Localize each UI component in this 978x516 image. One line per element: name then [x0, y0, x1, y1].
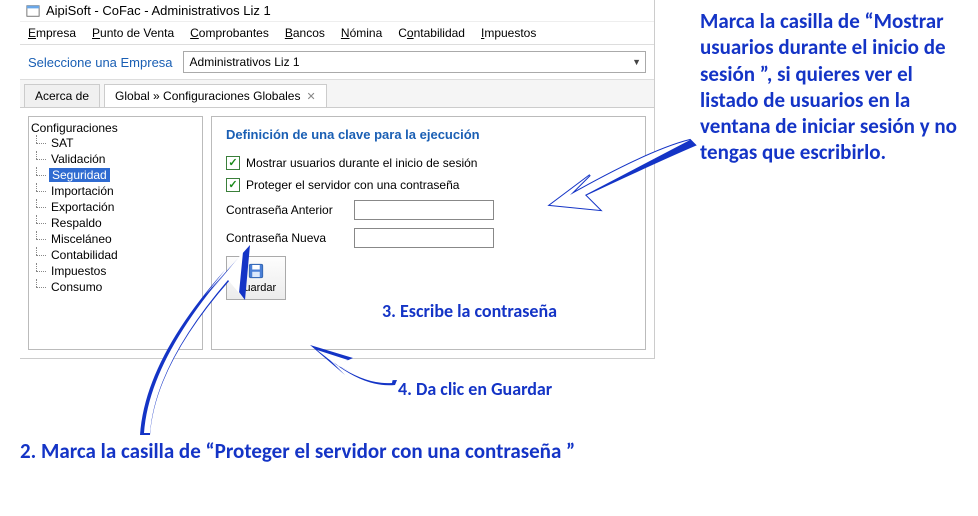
- chevron-down-icon: ▼: [632, 57, 641, 67]
- tree-item-respaldo[interactable]: Respaldo: [31, 215, 200, 231]
- company-selector-label: Seleccione una Empresa: [28, 55, 173, 70]
- menubar: Empresa Punto de Venta Comprobantes Banc…: [20, 21, 654, 44]
- tree-item-exportación[interactable]: Exportación: [31, 199, 200, 215]
- tree-item-label: Seguridad: [49, 168, 110, 182]
- new-password-row: Contraseña Nueva: [226, 228, 631, 248]
- tree-item-consumo[interactable]: Consumo: [31, 279, 200, 295]
- tree-item-importación[interactable]: Importación: [31, 183, 200, 199]
- menu-punto-venta[interactable]: Punto de Venta: [92, 26, 174, 40]
- titlebar: AipiSoft - CoFac - Administrativos Liz 1: [20, 0, 654, 21]
- annotation-right: Marca la casilla de “Mostrar usuarios du…: [700, 8, 960, 166]
- tree-panel: Configuraciones SAT Validación Seguridad Im…: [28, 116, 203, 350]
- old-password-row: Contraseña Anterior: [226, 200, 631, 220]
- content-area: Configuraciones SAT Validación Seguridad Im…: [20, 108, 654, 358]
- tree-item-contabilidad[interactable]: Contabilidad: [31, 247, 200, 263]
- tree-root[interactable]: Configuraciones: [31, 121, 200, 135]
- tab-acerca-label: Acerca de: [35, 89, 89, 103]
- new-password-label: Contraseña Nueva: [226, 231, 346, 245]
- tab-global-label: Global » Configuraciones Globales: [115, 89, 300, 103]
- save-icon: [247, 262, 265, 280]
- tree-item-label: Misceláneo: [49, 232, 114, 246]
- checkbox-show-users[interactable]: ✓: [226, 156, 240, 170]
- menu-bancos[interactable]: Bancos: [285, 26, 325, 40]
- menu-comprobantes[interactable]: Comprobantes: [190, 26, 269, 40]
- app-icon: [26, 4, 40, 18]
- old-password-input[interactable]: [354, 200, 494, 220]
- company-selector-value: Administrativos Liz 1: [190, 55, 300, 69]
- checkbox-show-users-label: Mostrar usuarios durante el inicio de se…: [246, 156, 477, 170]
- checkbox-protect[interactable]: ✓: [226, 178, 240, 192]
- tree-item-label: Contabilidad: [49, 248, 120, 262]
- company-selector-row: Seleccione una Empresa Administrativos L…: [20, 44, 654, 80]
- menu-empresa[interactable]: Empresa: [28, 26, 76, 40]
- tree-item-label: Respaldo: [49, 216, 104, 230]
- menu-impuestos[interactable]: Impuestos: [481, 26, 536, 40]
- tree-item-label: Consumo: [49, 280, 104, 294]
- app-window: AipiSoft - CoFac - Administrativos Liz 1…: [20, 0, 655, 359]
- tab-acerca[interactable]: Acerca de: [24, 84, 100, 107]
- tree-item-label: Validación: [49, 152, 107, 166]
- tree-item-label: Exportación: [49, 200, 116, 214]
- tree-item-seguridad[interactable]: Seguridad: [31, 167, 200, 183]
- tree-item-label: Importación: [49, 184, 116, 198]
- checkbox-protect-label: Proteger el servidor con una contraseña: [246, 178, 459, 192]
- tabstrip: Acerca de Global » Configuraciones Globa…: [20, 80, 654, 108]
- checkbox-show-users-row: ✓ Mostrar usuarios durante el inicio de …: [226, 156, 631, 170]
- menu-nomina[interactable]: Nómina: [341, 26, 382, 40]
- close-icon[interactable]: ✕: [306, 90, 315, 103]
- company-selector-input[interactable]: Administrativos Liz 1 ▼: [183, 51, 646, 73]
- new-password-input[interactable]: [354, 228, 494, 248]
- save-button-label: Guardar: [236, 282, 276, 294]
- window-title: AipiSoft - CoFac - Administrativos Liz 1: [46, 3, 271, 18]
- tree-item-label: SAT: [49, 136, 75, 150]
- menu-contabilidad[interactable]: Contabilidad: [398, 26, 465, 40]
- tree-item-impuestos[interactable]: Impuestos: [31, 263, 200, 279]
- form-heading: Definición de una clave para la ejecució…: [226, 127, 631, 142]
- annotation-step2: 2. Marca la casilla de “Proteger el serv…: [20, 438, 640, 464]
- checkbox-protect-row: ✓ Proteger el servidor con una contraseñ…: [226, 178, 631, 192]
- save-button[interactable]: Guardar: [226, 256, 286, 300]
- old-password-label: Contraseña Anterior: [226, 203, 346, 217]
- tree-item-label: Impuestos: [49, 264, 108, 278]
- tree-item-sat[interactable]: SAT: [31, 135, 200, 151]
- tab-global[interactable]: Global » Configuraciones Globales ✕: [104, 84, 327, 107]
- tree-item-validación[interactable]: Validación: [31, 151, 200, 167]
- tree-item-misceláneo[interactable]: Misceláneo: [31, 231, 200, 247]
- annotation-step4: 4. Da clic en Guardar: [398, 378, 552, 401]
- annotation-step3: 3. Escribe la contraseña: [382, 300, 557, 323]
